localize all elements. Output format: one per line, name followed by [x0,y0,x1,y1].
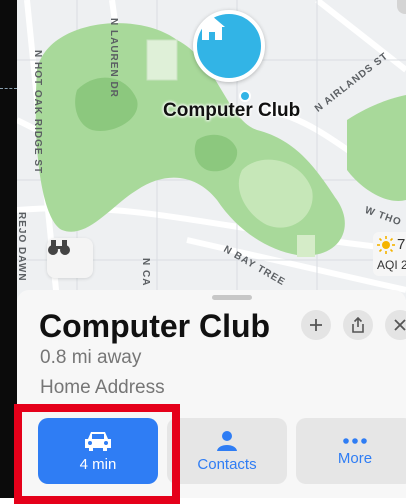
more-label: More [337,449,373,467]
more-button[interactable]: More [296,418,406,484]
street-label: N LAUREN DR [108,18,119,98]
contacts-button[interactable]: Contacts [167,418,287,484]
aqi-value: AQI 22 [377,258,406,272]
map-view[interactable]: N HOT OAK RIDGE ST N LAUREN DR N AIRLAND… [17,0,406,300]
street-label: N CA [140,258,151,287]
place-pin[interactable] [193,10,265,82]
home-icon [199,16,225,40]
sun-icon [377,236,395,254]
binoculars-icon [48,240,70,255]
map-place-label[interactable]: Computer Club [163,100,300,122]
dashed-guide-line [0,88,17,89]
plus-icon [310,319,322,331]
weather-badge: 79 AQI 22 [373,232,406,276]
sheet-grabber[interactable] [212,295,252,300]
close-button[interactable] [385,310,406,340]
highlight-box [14,404,180,504]
street-label: N HOT OAK RIDGE ST [32,50,43,175]
temperature-value: 79 [397,236,406,253]
look-around-button[interactable] [47,238,93,278]
address-type-text: Home Address [40,377,165,398]
place-title: Computer Club [39,308,271,344]
share-button[interactable] [343,310,373,340]
share-icon [352,317,364,333]
add-button[interactable] [301,310,331,340]
close-icon [394,319,406,331]
contacts-label: Contacts [197,455,257,473]
person-icon [217,430,237,451]
street-label: REJO DAWN [17,212,27,282]
distance-text: 0.8 mi away [40,347,142,368]
ellipsis-icon [343,437,367,444]
